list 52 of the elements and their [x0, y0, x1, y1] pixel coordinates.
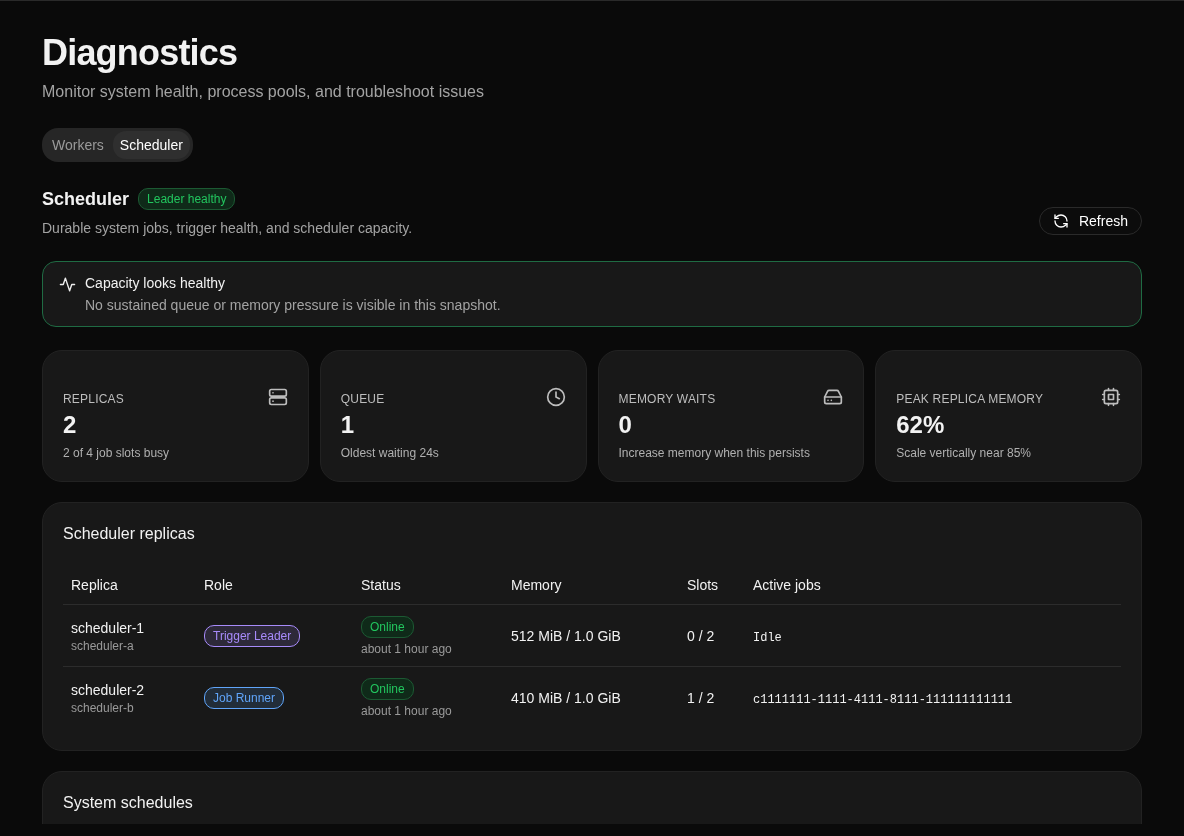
stat-label: QUEUE [340, 391, 385, 406]
stat-value: 1 [340, 411, 356, 439]
role-badge: Job Runner [204, 687, 285, 709]
card-title: System schedules [63, 794, 194, 812]
replica-host: scheduler-b [71, 700, 135, 715]
replica-name: scheduler-1 [71, 619, 146, 636]
stat-label: PEAK REPLICA MEMORY [896, 391, 1044, 406]
stat-note: Increase memory when this persists [618, 446, 811, 460]
status-badge: Online [361, 616, 414, 638]
stat-value: 62% [896, 411, 946, 439]
replica-name: scheduler-2 [71, 681, 146, 698]
status-badge: Leader healthy [138, 188, 236, 210]
stat-value: 2 [63, 411, 78, 439]
alert-title: Capacity looks healthy [85, 275, 227, 291]
column-header: Memory [503, 567, 679, 605]
table-cell: 512 MiB / 1.0 GiB [511, 628, 621, 644]
refresh-button[interactable]: Refresh [1038, 207, 1142, 235]
last-seen: about 1 hour ago [361, 704, 453, 718]
last-seen: about 1 hour ago [361, 642, 453, 656]
stat-label: REPLICAS [63, 391, 124, 406]
table-cell: 0 / 2 [687, 628, 715, 644]
role-badge: Trigger Leader [204, 625, 301, 647]
section-title: Scheduler [42, 188, 130, 210]
stat-note: Oldest waiting 24s [340, 446, 440, 460]
page-subtitle: Monitor system health, process pools, and troubleshoot issues [42, 83, 485, 101]
replica-host: scheduler-a [71, 638, 135, 653]
alert-message: No sustained queue or memory pressure is visible in this snapshot. [85, 297, 501, 313]
hard-drive-icon [823, 387, 844, 407]
column-header: Slots [679, 567, 745, 605]
column-header: Role [196, 567, 353, 605]
card-title: Scheduler replicas [63, 525, 196, 543]
stat-label: MEMORY WAITS [618, 391, 716, 406]
column-header: Replica [63, 567, 196, 605]
refresh-icon [1052, 213, 1069, 229]
table-cell: Idle [753, 630, 782, 645]
chip-icon [1101, 387, 1121, 407]
stat-note: Scale vertically near 85% [896, 446, 1032, 460]
table-cell: 410 MiB / 1.0 GiB [511, 690, 621, 706]
column-header: Status [353, 567, 503, 605]
clock-icon [545, 387, 566, 407]
stat-note: 2 of 4 job slots busy [63, 446, 171, 460]
tab[interactable]: Workers [45, 131, 111, 159]
status-badge: Online [361, 678, 414, 700]
activity-icon [59, 276, 76, 293]
table-cell: 1 / 2 [687, 690, 715, 706]
page-title: Diagnostics [42, 32, 239, 74]
table-cell: c1111111-1111-4111-8111-111111111111 [753, 692, 1013, 707]
server-icon [267, 387, 288, 407]
tab[interactable]: Scheduler [112, 131, 190, 159]
stat-value: 0 [618, 411, 633, 439]
column-header: Active jobs [745, 567, 1121, 605]
section-description: Durable system jobs, trigger health, and scheduler capacity. [42, 220, 413, 236]
